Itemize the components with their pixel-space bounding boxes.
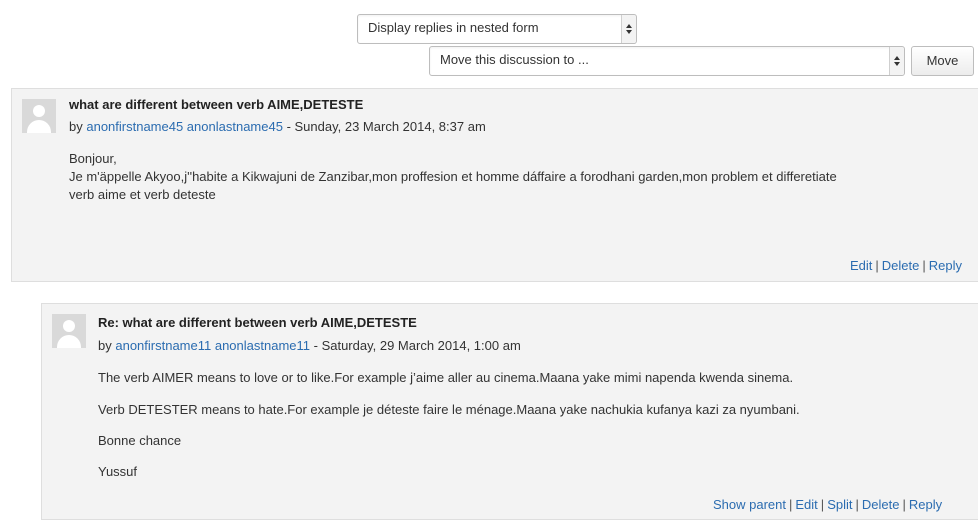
reply-link[interactable]: Reply bbox=[929, 258, 962, 273]
post-subject: Re: what are different between verb AIME… bbox=[98, 315, 417, 330]
post-paragraph: Bonne chance bbox=[98, 433, 182, 448]
post-paragraph: Verb DETESTER means to hate.For example … bbox=[98, 402, 800, 417]
edit-link[interactable]: Edit bbox=[795, 497, 817, 512]
forum-post: what are different between verb AIME,DET… bbox=[11, 88, 978, 282]
post-date: - Saturday, 29 March 2014, 1:00 am bbox=[310, 338, 521, 353]
select-arrows-icon bbox=[889, 47, 904, 75]
by-label: by bbox=[69, 119, 83, 134]
post-paragraph: verb aime et verb deteste bbox=[69, 187, 216, 202]
post-paragraph: Yussuf bbox=[98, 464, 138, 479]
reply-link[interactable]: Reply bbox=[909, 497, 942, 512]
author-link[interactable]: anonfirstname45 anonlastname45 bbox=[86, 119, 283, 134]
author-link[interactable]: anonfirstname11 anonlastname11 bbox=[115, 338, 310, 353]
show-parent-link[interactable]: Show parent bbox=[713, 497, 786, 512]
post-commands: Show parent | Edit | Split | Delete | Reply bbox=[713, 497, 943, 512]
select-arrows-icon bbox=[621, 15, 636, 43]
post-paragraph: The verb AIMER means to love or to like.… bbox=[98, 370, 794, 385]
move-button[interactable]: Move bbox=[911, 46, 974, 76]
display-mode-select[interactable]: Display replies in nested form bbox=[357, 14, 637, 44]
move-discussion-select-value: Move this discussion to ... bbox=[440, 52, 589, 67]
post-paragraph: Bonjour, bbox=[69, 151, 117, 166]
post-commands: Edit | Delete | Reply bbox=[850, 258, 963, 273]
delete-link[interactable]: Delete bbox=[862, 497, 900, 512]
delete-link[interactable]: Delete bbox=[882, 258, 920, 273]
post-byline: by anonfirstname45 anonlastname45 - Sund… bbox=[69, 119, 486, 134]
post-subject: what are different between verb AIME,DET… bbox=[69, 97, 364, 112]
split-link[interactable]: Split bbox=[827, 497, 852, 512]
post-date: - Sunday, 23 March 2014, 8:37 am bbox=[282, 119, 486, 134]
post-paragraph: Je m'äppelle Akyoo,j''habite a Kikwajuni… bbox=[69, 169, 837, 184]
forum-post-reply: Re: what are different between verb AIME… bbox=[41, 303, 978, 520]
post-byline: by anonfirstname11 anonlastname11 - Satu… bbox=[98, 338, 521, 353]
edit-link[interactable]: Edit bbox=[850, 258, 872, 273]
by-label: by bbox=[98, 338, 112, 353]
display-mode-select-value: Display replies in nested form bbox=[368, 20, 539, 35]
user-avatar-icon[interactable] bbox=[22, 99, 56, 133]
user-avatar-icon[interactable] bbox=[52, 314, 86, 348]
move-discussion-select[interactable]: Move this discussion to ... bbox=[429, 46, 905, 76]
